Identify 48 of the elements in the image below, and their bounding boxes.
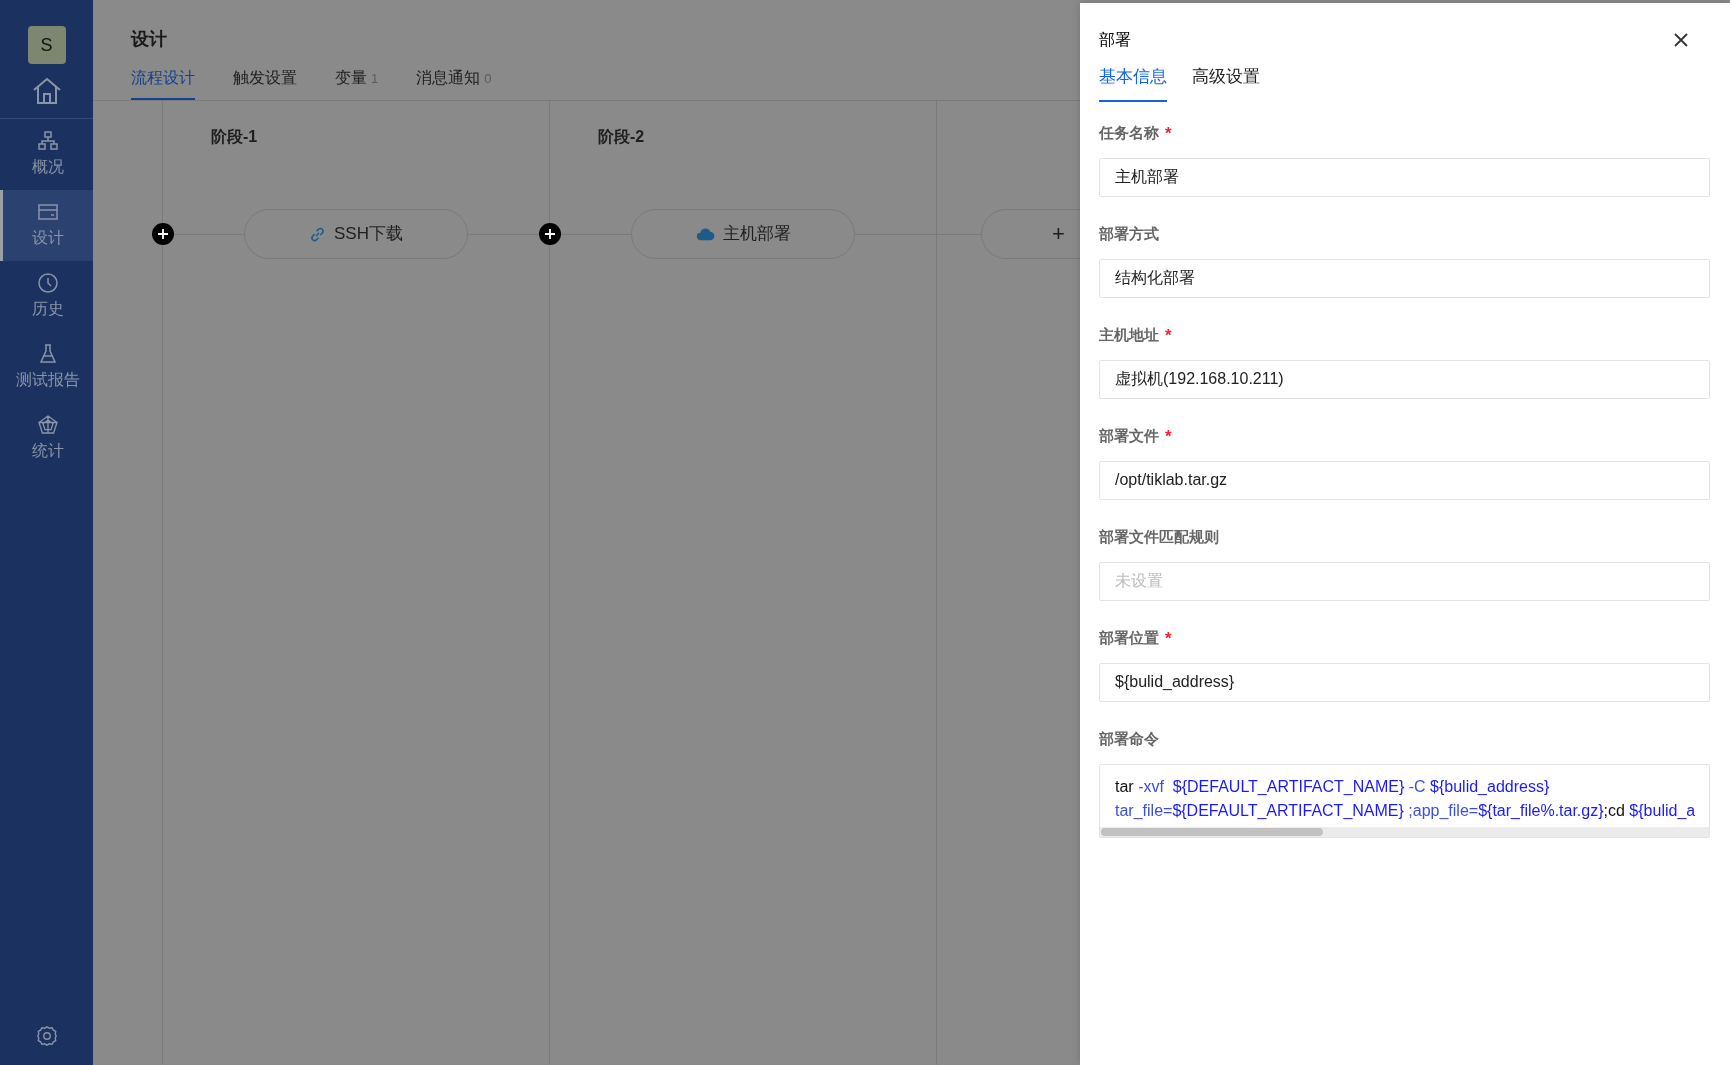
- task-node[interactable]: 主机部署: [631, 209, 855, 259]
- nav-item[interactable]: 统计: [0, 403, 93, 474]
- field-label: 部署位置: [1099, 628, 1159, 649]
- tab[interactable]: 基本信息: [1099, 64, 1167, 102]
- input-field[interactable]: 虚拟机(192.168.10.211): [1099, 359, 1710, 399]
- cloud-icon: [695, 226, 715, 242]
- input-field[interactable]: 主机部署: [1099, 157, 1710, 197]
- page-title: 设计: [131, 28, 167, 51]
- required-mark: *: [1165, 628, 1172, 649]
- scrollbar-thumb[interactable]: [1101, 827, 1323, 836]
- required-mark: *: [1165, 426, 1172, 447]
- stage-title: 阶段-1: [210, 127, 259, 147]
- nav-item[interactable]: 测试报告: [0, 332, 93, 403]
- field-label: 任务名称: [1099, 123, 1159, 144]
- settings-icon[interactable]: [35, 1025, 58, 1047]
- flask-icon: [37, 343, 59, 365]
- field-label: 主机地址: [1099, 325, 1159, 346]
- hierarchy-icon: [37, 130, 59, 152]
- input-field[interactable]: 未设置: [1099, 561, 1710, 601]
- input-field[interactable]: /opt/tiklab.tar.gz: [1099, 460, 1710, 500]
- drawer-title: 部署: [1099, 30, 1131, 50]
- tab[interactable]: 高级设置: [1192, 64, 1260, 102]
- code-line: tar_file=${DEFAULT_ARTIFACT_NAME} ;app_file=${tar_file%.tar.gz};cd ${bulid_a: [1115, 800, 1696, 821]
- nav-item[interactable]: 历史: [0, 261, 93, 332]
- card-icon: [37, 201, 59, 223]
- field-label: 部署文件匹配规则: [1099, 527, 1219, 548]
- required-mark: *: [1165, 123, 1172, 144]
- link-icon: [309, 225, 326, 243]
- nav-item[interactable]: 概况: [0, 119, 93, 190]
- tab[interactable]: 流程设计: [131, 66, 195, 100]
- task-node[interactable]: SSH下载: [244, 209, 468, 259]
- tab[interactable]: 触发设置: [233, 66, 297, 100]
- add-icon[interactable]: [539, 223, 561, 245]
- input-field[interactable]: ${bulid_address}: [1099, 662, 1710, 702]
- field-label: 部署文件: [1099, 426, 1159, 447]
- field-label: 部署命令: [1099, 729, 1159, 750]
- input-field[interactable]: 结构化部署: [1099, 258, 1710, 298]
- field-label: 部署方式: [1099, 224, 1159, 245]
- clock-icon: [37, 272, 59, 294]
- radar-icon: [37, 414, 59, 436]
- nav-item[interactable]: 设计: [0, 190, 93, 261]
- code-line: tar -xvf ${DEFAULT_ARTIFACT_NAME} -C ${bulid_address}: [1115, 776, 1550, 797]
- avatar[interactable]: S: [27, 26, 66, 64]
- required-mark: *: [1165, 325, 1172, 346]
- code-editor[interactable]: tar -xvf ${DEFAULT_ARTIFACT_NAME} -C ${bulid_address} tar_file=${DEFAULT_ARTIFACT_NAME} ;app_file=${tar_file%.tar.gz};cd ${bulid_a: [1099, 763, 1710, 838]
- stage-title: 阶段-2: [597, 127, 646, 147]
- add-stage-button[interactable]: +: [1052, 223, 1065, 245]
- add-icon[interactable]: [152, 223, 174, 245]
